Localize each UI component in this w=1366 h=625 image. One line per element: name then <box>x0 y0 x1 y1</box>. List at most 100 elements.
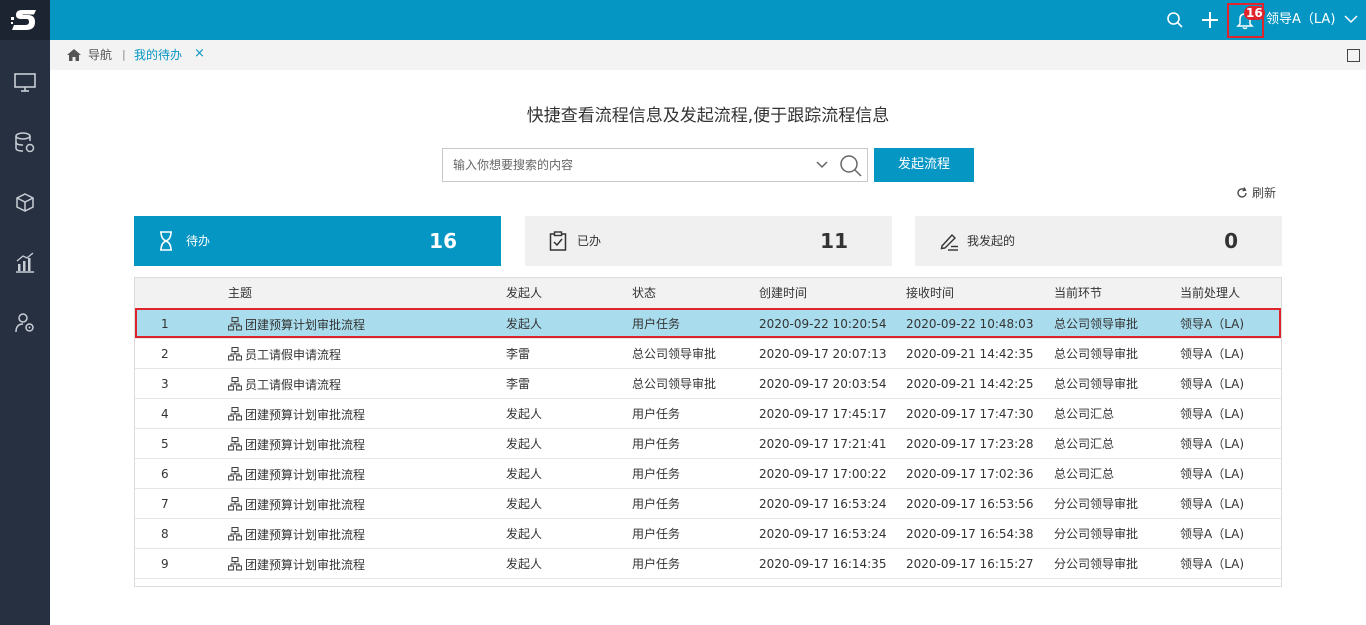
row-received-time: 2020-09-17 16:15:27 <box>906 557 1034 571</box>
row-initiator: 发起人 <box>506 527 543 541</box>
table-row[interactable] <box>135 578 1281 586</box>
row-title[interactable]: 员工请假申请流程 <box>227 376 341 394</box>
maximize-icon[interactable] <box>1347 49 1360 62</box>
column-header[interactable]: 主题 <box>228 286 252 300</box>
row-created-time: 2020-09-17 16:53:24 <box>759 497 887 511</box>
user-settings-icon[interactable] <box>13 311 37 335</box>
row-handler: 领导A（LA) <box>1180 407 1245 421</box>
card-count: 16 <box>429 229 457 253</box>
s-logo[interactable] <box>0 0 50 40</box>
row-title[interactable]: 团建预算计划审批流程 <box>227 466 365 484</box>
table-row[interactable]: 2 员工请假申请流程 李雷 总公司领导审批 2020-09-17 20:07:13 202… <box>135 338 1281 368</box>
column-header[interactable]: 当前处理人 <box>1180 286 1240 300</box>
tab-my-todo[interactable]: 我的待办 <box>134 48 182 62</box>
row-initiator: 发起人 <box>506 437 543 451</box>
row-received-time: 2020-09-21 14:42:35 <box>906 347 1034 361</box>
search-icon[interactable] <box>1163 8 1187 32</box>
table-row[interactable]: 5 团建预算计划审批流程 发起人 用户任务 2020-09-17 17:21:41 202… <box>135 428 1281 458</box>
row-created-time: 2020-09-17 17:21:41 <box>759 437 887 451</box>
add-icon[interactable] <box>1198 8 1222 32</box>
card-label: 我发起的 <box>967 234 1016 248</box>
table-row[interactable]: 1 团建预算计划审批流程 发起人 用户任务 2020-09-22 10:20:54 202… <box>135 308 1281 338</box>
flowchart-icon <box>227 556 243 574</box>
refresh-button[interactable]: 刷新 <box>1236 185 1276 201</box>
row-current-step: 分公司领导审批 <box>1054 497 1139 511</box>
clipboard-check-icon <box>549 231 567 254</box>
row-current-step: 总公司领导审批 <box>1054 317 1139 331</box>
flowchart-icon <box>227 466 243 484</box>
row-current-step: 总公司领导审批 <box>1054 347 1139 361</box>
card-count: 11 <box>820 229 848 253</box>
row-title[interactable]: 团建预算计划审批流程 <box>227 556 366 574</box>
database-settings-icon[interactable] <box>13 131 37 155</box>
card-todo[interactable]: 待办 16 <box>134 216 501 266</box>
row-current-step: 总公司汇总 <box>1054 407 1115 421</box>
column-header[interactable]: 当前环节 <box>1054 286 1102 300</box>
refresh-label: 刷新 <box>1252 186 1277 200</box>
row-status: 用户任务 <box>632 467 681 481</box>
home-icon[interactable] <box>66 48 82 65</box>
row-status: 用户任务 <box>632 437 681 451</box>
row-index: 3 <box>161 377 169 391</box>
row-title[interactable]: 员工请假申请流程 <box>227 346 341 364</box>
row-status: 用户任务 <box>632 557 681 571</box>
table-row[interactable]: 8 团建预算计划审批流程 发起人 用户任务 2020-09-17 16:53:24 202… <box>135 518 1281 548</box>
row-created-time: 2020-09-17 17:00:22 <box>759 467 887 481</box>
table-row[interactable]: 7 团建预算计划审批流程 发起人 用户任务 2020-09-17 16:53:24 202… <box>135 488 1281 518</box>
start-process-button[interactable]: 发起流程 <box>874 148 974 182</box>
row-received-time: 2020-09-21 14:42:25 <box>906 377 1034 391</box>
todo-table: 主题 发起人 状态 创建时间 接收时间 当前环节 当前处理人 1 团建预算计划审批… <box>134 277 1282 587</box>
row-title-text: 团建预算计划审批流程 <box>245 558 366 572</box>
row-created-time: 2020-09-17 16:14:35 <box>759 557 887 571</box>
row-title[interactable]: 团建预算计划审批流程 <box>227 436 365 454</box>
chevron-down-icon[interactable] <box>815 159 829 173</box>
row-title[interactable]: 团建预算计划审批流程 <box>227 526 365 544</box>
column-header[interactable]: 创建时间 <box>759 286 807 300</box>
bar-chart-icon[interactable] <box>13 251 37 275</box>
row-created-time: 2020-09-22 10:20:54 <box>759 317 887 331</box>
search-input[interactable] <box>453 156 803 174</box>
page-title: 快捷查看流程信息及发起流程,便于跟踪流程信息 <box>526 106 890 126</box>
card-done[interactable]: 已办 11 <box>525 216 892 266</box>
table-row[interactable]: 4 团建预算计划审批流程 发起人 用户任务 2020-09-17 17:45:17 202… <box>135 398 1281 428</box>
row-created-time: 2020-09-17 16:53:24 <box>759 527 887 541</box>
table-row[interactable]: 3 员工请假申请流程 李雷 总公司领导审批 2020-09-17 20:03:54 202… <box>135 368 1281 398</box>
search-icon[interactable] <box>839 154 863 181</box>
pen-edit-icon <box>939 231 959 254</box>
row-status: 总公司领导审批 <box>632 377 717 391</box>
row-initiator: 发起人 <box>506 497 543 511</box>
column-header[interactable]: 发起人 <box>506 286 542 300</box>
breadcrumb-home[interactable]: 导航 <box>88 48 112 62</box>
row-handler: 领导A（LA) <box>1180 527 1245 541</box>
row-initiator: 李雷 <box>506 377 531 391</box>
close-icon[interactable]: × <box>194 47 205 61</box>
row-title[interactable]: 团建预算计划审批流程 <box>227 406 366 424</box>
user-menu[interactable]: 领导A（LA) <box>1266 12 1335 28</box>
card-initiated[interactable]: 我发起的 0 <box>915 216 1282 266</box>
row-title-text: 团建预算计划审批流程 <box>245 408 366 422</box>
row-index: 2 <box>161 347 169 361</box>
row-index: 7 <box>161 497 169 511</box>
notification-badge[interactable]: 16 <box>1244 6 1265 20</box>
row-handler: 领导A（LA) <box>1180 467 1245 481</box>
row-created-time: 2020-09-17 20:07:13 <box>759 347 887 361</box>
card-label: 已办 <box>577 234 602 248</box>
flowchart-icon <box>227 316 243 334</box>
flowchart-icon <box>227 496 243 514</box>
column-header[interactable]: 接收时间 <box>906 286 954 300</box>
table-row[interactable]: 9 团建预算计划审批流程 发起人 用户任务 2020-09-17 16:14:35 202… <box>135 548 1281 578</box>
chevron-down-icon[interactable] <box>1344 13 1358 27</box>
left-sidebar <box>0 0 50 625</box>
row-received-time: 2020-09-22 10:48:03 <box>906 317 1034 331</box>
row-current-step: 总公司领导审批 <box>1054 377 1139 391</box>
row-index: 5 <box>161 437 169 451</box>
flowchart-icon <box>227 526 243 544</box>
row-title[interactable]: 团建预算计划审批流程 <box>227 316 365 334</box>
column-header[interactable]: 状态 <box>632 286 656 300</box>
row-created-time: 2020-09-17 20:03:54 <box>759 377 887 391</box>
row-received-time: 2020-09-17 16:53:56 <box>906 497 1034 511</box>
monitor-icon[interactable] <box>13 71 37 95</box>
table-row[interactable]: 6 团建预算计划审批流程 发起人 用户任务 2020-09-17 17:00:22 202… <box>135 458 1281 488</box>
cubes-icon[interactable] <box>13 191 37 215</box>
row-title[interactable]: 团建预算计划审批流程 <box>227 496 365 514</box>
